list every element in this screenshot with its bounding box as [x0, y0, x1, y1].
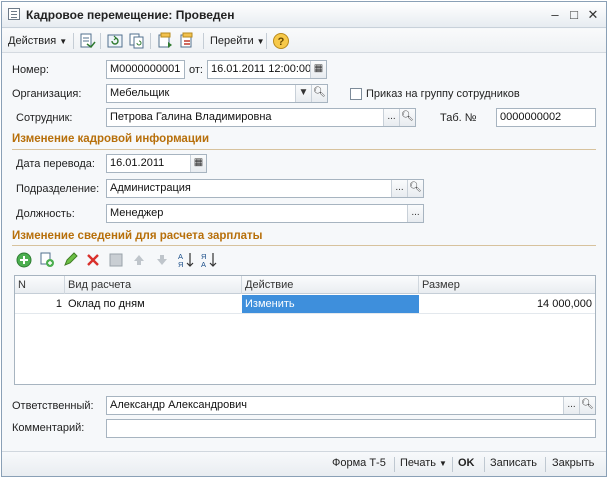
row-kind[interactable]: Оклад по дням	[65, 295, 242, 313]
number-label: Номер:	[12, 64, 49, 76]
column-header-amount[interactable]: Размер	[419, 276, 595, 294]
move-down-icon	[157, 255, 167, 265]
position-label: Должность:	[16, 208, 75, 220]
document-window: Кадровое перемещение: Проведен ‒ □ ✕ Дей…	[1, 1, 607, 477]
window-title: Кадровое перемещение: Проведен	[26, 8, 235, 22]
row-action[interactable]: Изменить	[242, 295, 419, 313]
column-header-action[interactable]: Действие	[242, 276, 419, 294]
organization-label: Организация:	[12, 88, 82, 100]
copy-row-icon[interactable]	[39, 252, 55, 268]
row-number: 1	[55, 298, 62, 310]
actions-menu[interactable]: Действия ▼	[8, 32, 67, 50]
select-ellipsis-icon[interactable]: ...	[391, 180, 407, 197]
responsible-field[interactable]: Александр Александрович ... 🔍︎	[106, 396, 596, 415]
table-header: N Вид расчета Действие Размер	[15, 276, 595, 294]
structure-icon[interactable]	[156, 32, 174, 50]
toolbar: Действия ▼ Перейти ▼ ?	[2, 29, 606, 53]
post-and-close-icon[interactable]	[78, 32, 96, 50]
transfer-date-field[interactable]: 16.01.2011 ▦	[106, 154, 207, 173]
calendar-icon[interactable]: ▦	[190, 155, 206, 172]
department-field[interactable]: Администрация ... 🔍︎	[106, 179, 424, 198]
employee-field[interactable]: Петрова Галина Владимировна ... 🔍︎	[106, 108, 416, 127]
tab-number-field[interactable]: 0000000002	[496, 108, 596, 127]
end-edit-icon	[109, 253, 123, 267]
from-label: от:	[189, 64, 203, 76]
calendar-icon[interactable]: ▦	[310, 61, 326, 78]
position-field[interactable]: Менеджер ...	[106, 204, 424, 223]
column-header-kind[interactable]: Вид расчета	[65, 276, 242, 294]
add-row-icon[interactable]	[16, 252, 32, 268]
dropdown-arrow-icon[interactable]: ▼	[295, 85, 311, 102]
svg-text:A: A	[201, 260, 206, 269]
copy-document-icon[interactable]	[128, 32, 146, 50]
delete-icon[interactable]	[85, 252, 101, 268]
footer-bar: Форма Т-5 Печать ▼ OK Записать Закрыть	[2, 451, 606, 476]
svg-text:Я: Я	[178, 260, 183, 269]
select-ellipsis-icon[interactable]: ...	[383, 109, 399, 126]
document-icon	[8, 8, 20, 20]
search-icon[interactable]: 🔍︎	[311, 85, 327, 102]
group-order-label: Приказ на группу сотрудников	[366, 88, 520, 100]
goto-menu[interactable]: Перейти ▼	[210, 32, 265, 50]
date-field[interactable]: 16.01.2011 12:00:00 ▦	[207, 60, 327, 79]
salary-section-title: Изменение сведений для расчета зарплаты	[12, 230, 263, 242]
hr-section-title: Изменение кадровой информации	[12, 133, 210, 145]
close-button[interactable]: Закрыть	[552, 457, 594, 469]
maximize-button[interactable]: □	[565, 6, 583, 24]
search-icon[interactable]: 🔍︎	[399, 109, 415, 126]
movements-icon[interactable]	[178, 32, 196, 50]
save-button[interactable]: Записать	[490, 457, 537, 469]
svg-text:?: ?	[278, 36, 285, 48]
row-amount[interactable]: 14 000,000	[419, 295, 595, 313]
search-icon[interactable]: 🔍︎	[579, 397, 595, 414]
close-window-button[interactable]: ✕	[584, 6, 602, 24]
employee-label: Сотрудник:	[16, 112, 73, 124]
comment-label: Комментарий:	[12, 422, 85, 434]
select-ellipsis-icon[interactable]: ...	[563, 397, 579, 414]
refresh-icon[interactable]	[106, 32, 124, 50]
comment-field[interactable]	[106, 419, 596, 438]
edit-pencil-icon[interactable]	[62, 252, 78, 268]
title-bar: Кадровое перемещение: Проведен ‒ □ ✕	[2, 2, 606, 28]
sort-descending-icon[interactable]: Я A	[200, 251, 218, 269]
tab-number-label: Таб. №	[440, 112, 477, 124]
organization-field[interactable]: Мебельщик ▼ 🔍︎	[106, 84, 328, 103]
search-icon[interactable]: 🔍︎	[407, 180, 423, 197]
column-header-n[interactable]: N	[15, 276, 65, 294]
transfer-date-label: Дата перевода:	[16, 158, 95, 170]
salary-table[interactable]: N Вид расчета Действие Размер 1 Оклад по…	[14, 275, 596, 385]
sort-ascending-icon[interactable]: A Я	[177, 251, 195, 269]
print-menu-button[interactable]: Печать ▼	[400, 457, 447, 469]
move-up-icon	[134, 255, 144, 265]
responsible-label: Ответственный:	[12, 400, 94, 412]
ok-button[interactable]: OK	[458, 457, 475, 469]
department-label: Подразделение:	[16, 183, 100, 195]
minimize-button[interactable]: ‒	[546, 6, 564, 24]
number-field[interactable]: М0000000001	[106, 60, 185, 79]
help-icon[interactable]: ?	[272, 32, 290, 50]
form-t5-button[interactable]: Форма Т-5	[332, 457, 386, 469]
group-order-checkbox[interactable]	[350, 88, 362, 100]
table-row[interactable]: 1 Оклад по дням Изменить 14 000,000	[15, 295, 595, 314]
select-ellipsis-icon[interactable]: ...	[407, 205, 423, 222]
